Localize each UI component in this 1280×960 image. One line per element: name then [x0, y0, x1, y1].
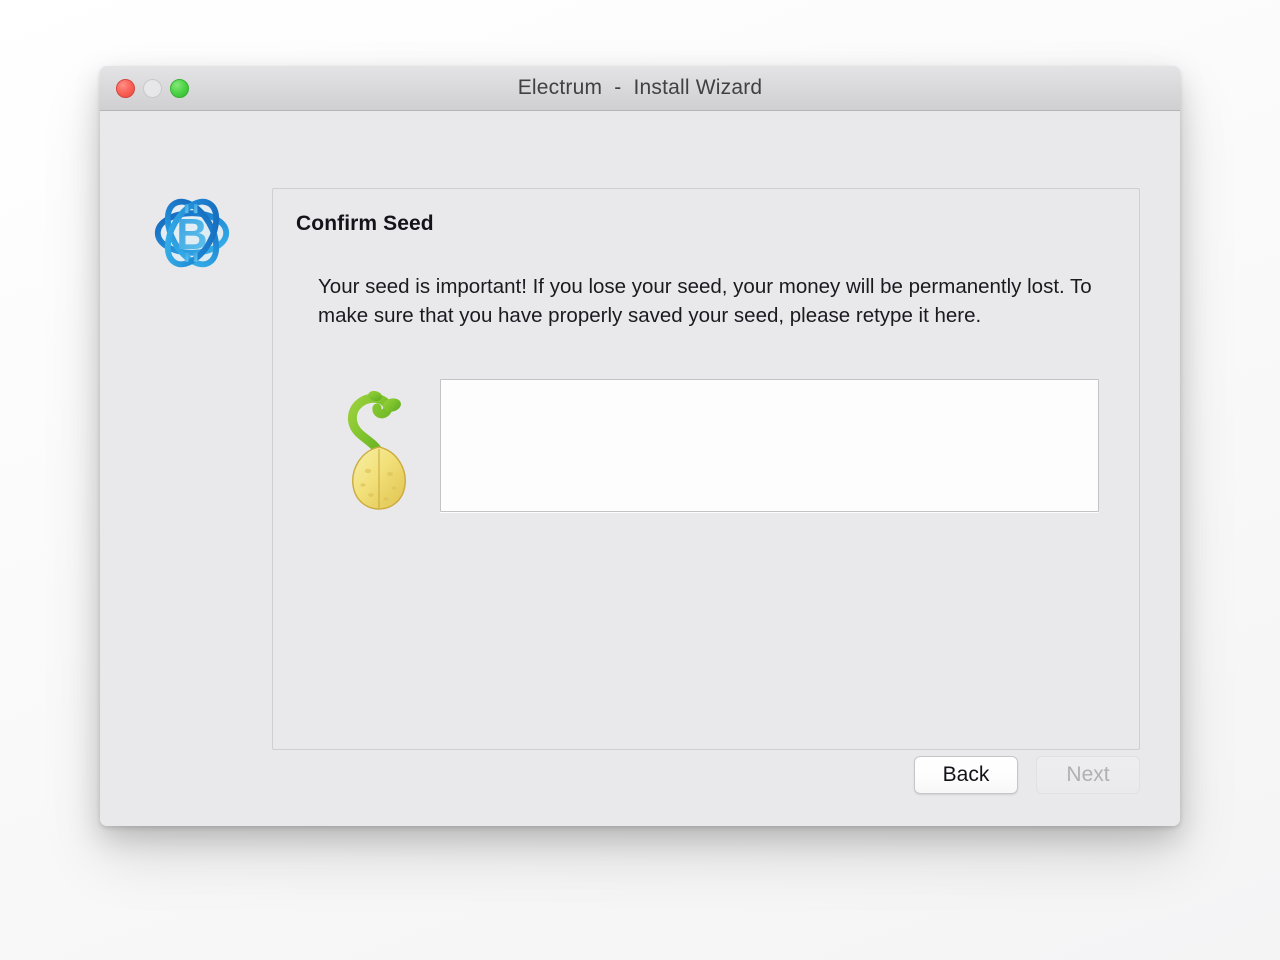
bitcoin-symbol: B	[176, 204, 208, 262]
back-button[interactable]: Back	[914, 756, 1018, 794]
window-body: B Confirm Seed Your seed is important! I…	[100, 111, 1180, 826]
seed-input[interactable]	[440, 379, 1099, 512]
window-title: Electrum - Install Wizard	[517, 76, 763, 99]
sprouting-seed-icon	[347, 390, 406, 510]
zoom-button[interactable]	[170, 78, 189, 98]
wizard-footer: Back Next	[914, 756, 1140, 794]
electrum-logo: B	[154, 198, 230, 268]
window-titlebar: Electrum - Install Wizard	[100, 66, 1180, 111]
next-button: Next	[1036, 756, 1140, 794]
page-description: Your seed is important! If you lose your…	[318, 275, 1098, 327]
window-controls	[116, 66, 189, 110]
minimize-button[interactable]	[143, 78, 162, 98]
install-wizard-window: Electrum - Install Wizard B Confirm Seed…	[100, 66, 1180, 826]
wizard-content-panel: Confirm Seed Your seed is important! If …	[272, 188, 1140, 750]
close-button[interactable]	[116, 78, 135, 98]
page-title: Confirm Seed	[296, 212, 434, 235]
svg-text:B: B	[176, 211, 207, 259]
